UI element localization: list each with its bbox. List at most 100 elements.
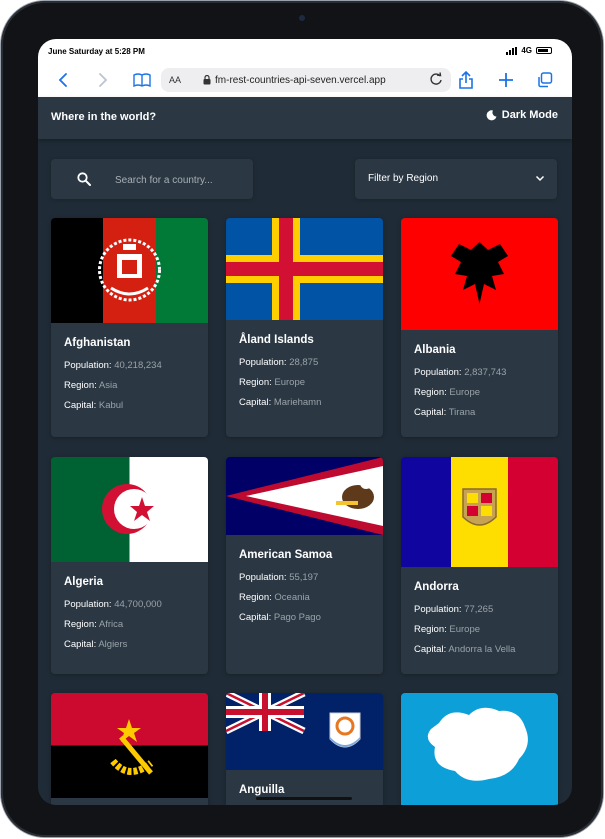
country-card[interactable]: Andorra Population: 77,265 Region: Europ… [401, 457, 558, 674]
capital-value: Kabul [98, 400, 124, 411]
country-card[interactable]: Algeria Population: 44,700,000 Region: A… [51, 457, 208, 674]
aland-islands-flag [226, 218, 383, 320]
population-value: 2,837,743 [464, 367, 507, 378]
battery-icon [536, 47, 552, 54]
card-info: American Samoa Population: 55,197 Region… [226, 549, 383, 623]
country-name[interactable]: Andorra [414, 581, 545, 593]
antarctica-flag [401, 693, 558, 805]
capital-label: Capital: [414, 407, 447, 418]
country-card[interactable]: American Samoa Population: 55,197 Region… [226, 457, 383, 674]
region-label: Region: [239, 592, 272, 603]
country-name[interactable]: Algeria [64, 576, 195, 588]
country-name[interactable]: Albania [414, 344, 545, 356]
country-name[interactable]: American Samoa [239, 549, 370, 561]
country-card[interactable] [401, 693, 558, 805]
region-filter-label: Filter by Region [368, 173, 439, 184]
chevron-down-icon [535, 174, 545, 185]
capital-row: Capital: Kabul [64, 400, 195, 411]
app-header: Where in the world? Dark Mode [38, 97, 572, 139]
country-card[interactable]: Anguilla [226, 693, 383, 805]
population-row: Population: 55,197 [239, 572, 370, 583]
region-label: Region: [64, 619, 97, 630]
bookmarks-icon[interactable] [132, 70, 152, 90]
region-row: Region: Africa [64, 619, 195, 630]
screen: June Saturday at 5:28 PM 4G AA fm-rest-c… [38, 39, 572, 805]
page-title: Where in the world? [51, 111, 157, 123]
capital-row: Capital: Algiers [64, 639, 195, 650]
search-input[interactable] [113, 169, 247, 191]
country-card[interactable]: Albania Population: 2,837,743 Region: Eu… [401, 218, 558, 437]
region-value: Asia [98, 380, 118, 391]
region-row: Region: Oceania [239, 592, 370, 603]
card-info: Anguilla [226, 784, 383, 796]
share-icon[interactable] [456, 70, 476, 90]
capital-label: Capital: [414, 644, 447, 655]
population-row: Population: 40,218,234 [64, 360, 195, 371]
population-value: 28,875 [289, 357, 319, 368]
population-value: 40,218,234 [114, 360, 162, 371]
home-indicator [256, 797, 352, 800]
lock-icon [203, 75, 211, 85]
card-info: Afghanistan Population: 40,218,234 Regio… [51, 337, 208, 411]
population-label: Population: [414, 367, 462, 378]
country-card[interactable]: Åland Islands Population: 28,875 Region:… [226, 218, 383, 437]
region-filter[interactable]: Filter by Region [355, 159, 557, 199]
country-name[interactable]: Åland Islands [239, 334, 370, 346]
population-label: Population: [64, 360, 112, 371]
country-name[interactable]: Afghanistan [64, 337, 195, 349]
card-info: Albania Population: 2,837,743 Region: Eu… [401, 344, 558, 418]
capital-value: Andorra la Vella [448, 644, 516, 655]
card-info: Andorra Population: 77,265 Region: Europ… [401, 581, 558, 655]
country-name[interactable]: Anguilla [239, 784, 370, 796]
capital-row: Capital: Mariehamn [239, 397, 370, 408]
capital-label: Capital: [239, 612, 272, 623]
region-label: Region: [414, 387, 447, 398]
status-bar: June Saturday at 5:28 PM 4G [38, 39, 572, 63]
region-row: Region: Europe [414, 387, 545, 398]
algeria-flag [51, 457, 208, 562]
front-camera [299, 15, 305, 21]
tablet-frame: June Saturday at 5:28 PM 4G AA fm-rest-c… [1, 1, 603, 837]
capital-value: Algiers [98, 639, 128, 650]
afghanistan-flag [51, 218, 208, 323]
angola-flag [51, 693, 208, 798]
url-field[interactable]: fm-rest-countries-api-seven.vercel.app [203, 75, 386, 86]
region-value: Europe [449, 624, 481, 635]
capital-value: Mariehamn [273, 397, 322, 408]
region-value: Africa [98, 619, 124, 630]
status-time: June Saturday at 5:28 PM [48, 47, 145, 56]
dark-mode-toggle[interactable]: Dark Mode [486, 109, 558, 121]
american-samoa-flag [226, 457, 383, 535]
forward-icon[interactable] [92, 70, 112, 90]
anguilla-flag [226, 693, 383, 770]
region-row: Region: Europe [239, 377, 370, 388]
capital-value: Pago Pago [273, 612, 321, 623]
region-label: Region: [239, 377, 272, 388]
capital-value: Tirana [448, 407, 476, 418]
dark-mode-label: Dark Mode [501, 109, 558, 121]
search-box[interactable] [51, 159, 253, 199]
region-value: Europe [274, 377, 306, 388]
tabs-icon[interactable] [535, 70, 555, 90]
country-card[interactable] [51, 693, 208, 805]
country-card[interactable]: Afghanistan Population: 40,218,234 Regio… [51, 218, 208, 437]
reload-icon[interactable] [429, 72, 443, 89]
status-indicators: 4G [506, 46, 552, 55]
region-row: Region: Asia [64, 380, 195, 391]
address-bar[interactable]: AA fm-rest-countries-api-seven.vercel.ap… [161, 68, 451, 92]
population-label: Population: [239, 357, 287, 368]
back-icon[interactable] [54, 70, 74, 90]
text-size-button[interactable]: AA [169, 75, 181, 85]
browser-toolbar: AA fm-rest-countries-api-seven.vercel.ap… [38, 63, 572, 98]
region-label: Region: [414, 624, 447, 635]
albania-flag [401, 218, 558, 330]
region-value: Europe [449, 387, 481, 398]
region-row: Region: Europe [414, 624, 545, 635]
population-value: 77,265 [464, 604, 494, 615]
capital-label: Capital: [239, 397, 272, 408]
population-row: Population: 44,700,000 [64, 599, 195, 610]
population-label: Population: [239, 572, 287, 583]
new-tab-icon[interactable] [496, 70, 516, 90]
signal-icon [506, 46, 518, 55]
andorra-flag [401, 457, 558, 567]
